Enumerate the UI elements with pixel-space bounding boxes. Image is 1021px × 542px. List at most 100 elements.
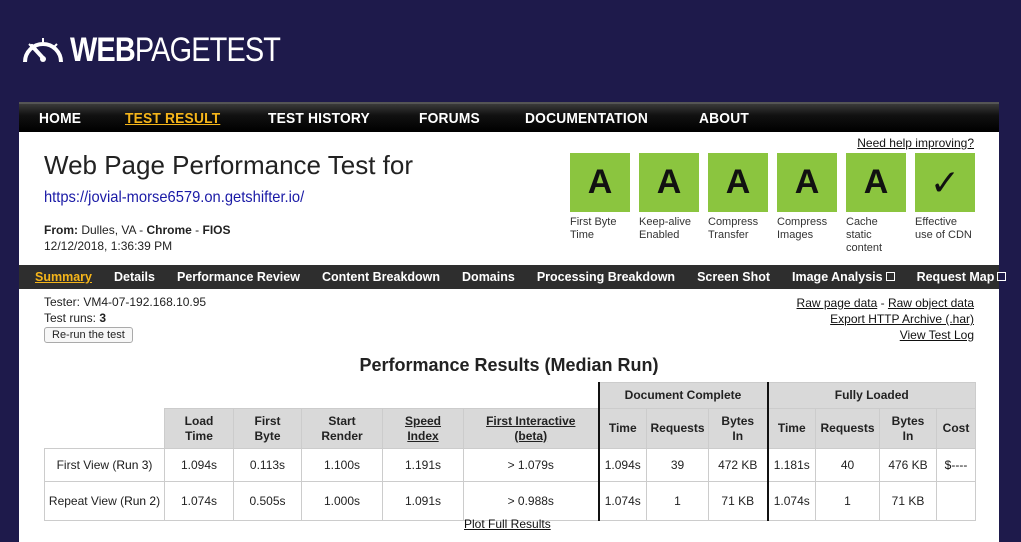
- grade-label: Cache static content: [846, 216, 883, 254]
- grade-box: A: [639, 153, 699, 212]
- grade-box: A: [777, 153, 837, 212]
- grade-box: A: [570, 153, 630, 212]
- grade-cdn[interactable]: ✓ Effective use of CDN: [915, 153, 975, 255]
- cell-speed-index: 1.191s: [382, 448, 464, 482]
- cell-full-requests: 40: [815, 448, 880, 482]
- cost-header: Cost: [936, 408, 976, 449]
- tester-info: Tester: VM4-07-192.168.10.95: [44, 295, 207, 309]
- cell-doc-bytes: 71 KB: [708, 481, 768, 521]
- nav-home[interactable]: HOME: [39, 110, 81, 127]
- doc-time-header: Time: [597, 408, 647, 449]
- fully-loaded-header: Fully Loaded: [766, 382, 976, 409]
- plot-full-results-link[interactable]: Plot Full Results: [464, 517, 551, 531]
- row-label: Repeat View (Run 2): [44, 481, 165, 521]
- speedometer-icon: [23, 38, 63, 63]
- grade-label: First Byte Time: [570, 216, 617, 241]
- tab-domains[interactable]: Domains: [462, 270, 515, 284]
- tab-processing-breakdown[interactable]: Processing Breakdown: [537, 270, 675, 284]
- first-byte-header: First Byte: [233, 408, 302, 449]
- tab-details[interactable]: Details: [114, 270, 155, 284]
- cell-cost: [936, 481, 976, 521]
- raw-object-data-link[interactable]: Raw object data: [888, 296, 974, 310]
- full-bytes-header: Bytes In: [879, 408, 937, 449]
- grade-keep-alive[interactable]: A Keep-alive Enabled: [639, 153, 699, 255]
- external-link-icon: [997, 272, 1007, 281]
- test-runs: Test runs: 3: [44, 311, 107, 325]
- export-har-link[interactable]: Export HTTP Archive (.har): [830, 312, 974, 326]
- tab-screen-shot[interactable]: Screen Shot: [697, 270, 770, 284]
- cost-link[interactable]: $----: [945, 458, 968, 472]
- speed-index-header[interactable]: Speed Index: [382, 408, 464, 449]
- run-link[interactable]: Run 2: [124, 494, 156, 508]
- cell-full-bytes: 71 KB: [879, 481, 937, 521]
- checkmark-icon: ✓: [915, 153, 975, 212]
- nav-about[interactable]: ABOUT: [699, 110, 749, 127]
- cell-load-time: 1.094s: [164, 448, 234, 482]
- cell-doc-requests: 39: [646, 448, 709, 482]
- cell-first-byte: 0.113s: [233, 448, 302, 482]
- test-location: From: Dulles, VA - Chrome - FIOS: [44, 223, 231, 237]
- grade-compress-images[interactable]: A Compress Images: [777, 153, 837, 255]
- grade-label: Compress Transfer: [708, 216, 759, 241]
- grade-compress-transfer[interactable]: A Compress Transfer: [708, 153, 768, 255]
- cell-speed-index: 1.091s: [382, 481, 464, 521]
- result-panel: Web Page Performance Test for https://jo…: [19, 132, 1007, 542]
- cell-first-byte: 0.505s: [233, 481, 302, 521]
- grade-list: A First Byte Time A Keep-alive Enabled A…: [570, 153, 984, 255]
- nav-forums[interactable]: FORUMS: [419, 110, 480, 127]
- cell-load-time: 1.074s: [164, 481, 234, 521]
- cell-cost: $----: [936, 448, 976, 482]
- tested-url-link[interactable]: https://jovial-morse6579.on.getshifter.i…: [44, 189, 304, 207]
- first-interactive-header[interactable]: First Interactive (beta): [463, 408, 599, 449]
- grade-label: Compress Images: [777, 216, 828, 241]
- row-label: First View (Run 3): [44, 448, 165, 482]
- run-link[interactable]: Run 3: [116, 458, 148, 472]
- full-time-header: Time: [766, 408, 816, 449]
- doc-bytes-header: Bytes In: [708, 408, 768, 449]
- start-render-header: Start Render: [301, 408, 383, 449]
- grade-box: A: [708, 153, 768, 212]
- raw-data-links: Raw page data - Raw object data Export H…: [796, 296, 974, 342]
- tab-image-analysis[interactable]: Image Analysis: [792, 270, 895, 284]
- tab-summary[interactable]: Summary: [35, 270, 92, 284]
- logo-text: WEBPAGETEST: [70, 30, 281, 69]
- grade-box: A: [846, 153, 906, 212]
- results-table: Document Complete Fully Loaded Load Time …: [44, 382, 976, 521]
- document-complete-header: Document Complete: [597, 382, 768, 409]
- grade-label: Keep-alive Enabled: [639, 216, 691, 241]
- view-test-log-link[interactable]: View Test Log: [900, 328, 974, 342]
- full-requests-header: Requests: [815, 408, 880, 449]
- cell-first-interactive: > 1.079s: [463, 448, 599, 482]
- raw-page-data-link[interactable]: Raw page data: [797, 296, 878, 310]
- grade-first-byte[interactable]: A First Byte Time: [570, 153, 630, 255]
- cell-first-interactive: > 0.988s: [463, 481, 599, 521]
- logo[interactable]: WEBPAGETEST: [20, 30, 317, 70]
- grade-label: Effective use of CDN: [915, 216, 972, 241]
- cell-full-requests: 1: [815, 481, 880, 521]
- cell-doc-time: 1.094s: [597, 448, 647, 482]
- tab-request-map[interactable]: Request Map: [917, 270, 1007, 284]
- page-title: Web Page Performance Test for: [44, 150, 414, 180]
- results-title: Performance Results (Median Run): [359, 355, 659, 375]
- help-improving-link[interactable]: Need help improving?: [857, 136, 974, 150]
- cell-full-time: 1.074s: [766, 481, 816, 521]
- rerun-test-button[interactable]: Re-run the test: [44, 327, 133, 343]
- main-nav: HOME TEST RESULT TEST HISTORY FORUMS DOC…: [19, 102, 999, 132]
- external-link-icon: [885, 272, 895, 281]
- grade-cache-static[interactable]: A Cache static content: [846, 153, 906, 255]
- cell-doc-time: 1.074s: [597, 481, 647, 521]
- cell-start-render: 1.000s: [301, 481, 383, 521]
- doc-requests-header: Requests: [646, 408, 709, 449]
- tab-performance-review[interactable]: Performance Review: [177, 270, 300, 284]
- cell-full-time: 1.181s: [766, 448, 816, 482]
- cell-start-render: 1.100s: [301, 448, 383, 482]
- cell-full-bytes: 476 KB: [879, 448, 937, 482]
- table-row: Repeat View (Run 2) 1.074s 0.505s 1.000s…: [44, 481, 976, 521]
- tab-content-breakdown[interactable]: Content Breakdown: [322, 270, 440, 284]
- result-tabs: Summary Details Performance Review Conte…: [19, 265, 1007, 289]
- cell-doc-bytes: 472 KB: [708, 448, 768, 482]
- nav-test-history[interactable]: TEST HISTORY: [268, 110, 370, 127]
- nav-test-result[interactable]: TEST RESULT: [125, 110, 220, 127]
- test-date: 12/12/2018, 1:36:39 PM: [44, 239, 173, 253]
- nav-documentation[interactable]: DOCUMENTATION: [525, 110, 648, 127]
